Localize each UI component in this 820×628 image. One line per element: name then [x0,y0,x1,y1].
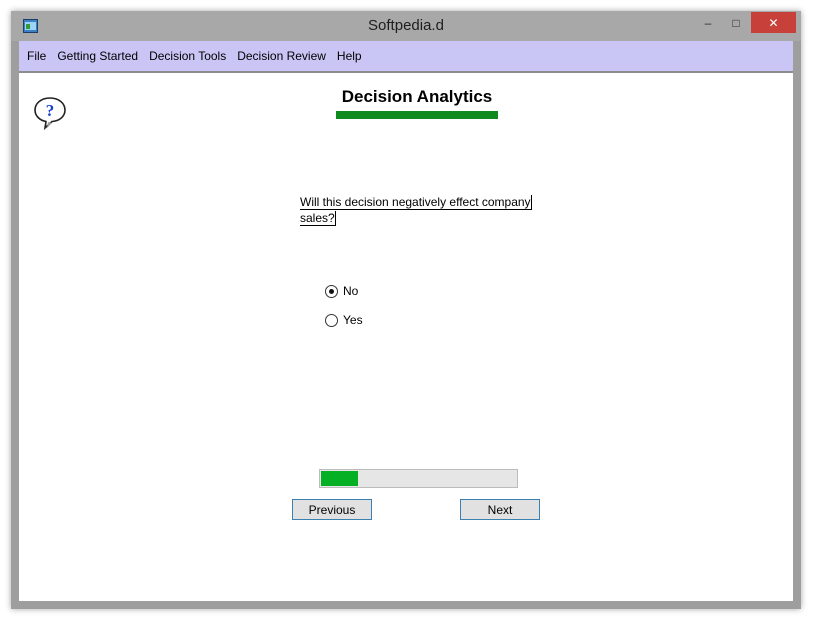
app-window: Softpedia.d – □ ✕ File Getting Started D… [11,11,801,609]
menu-help[interactable]: Help [337,49,362,63]
menu-bar: File Getting Started Decision Tools Deci… [19,41,793,73]
page-title: Decision Analytics [341,87,493,106]
svg-text:?: ? [46,101,55,120]
menu-decision-tools[interactable]: Decision Tools [149,49,226,63]
progress-bar [319,469,518,488]
question-text: Will this decision negatively effect com… [300,194,538,226]
option-no-label: No [343,284,359,298]
title-underline [336,111,498,119]
question-line-1: Will this decision negatively effect com… [300,195,532,210]
maximize-button[interactable]: □ [723,12,749,33]
menu-file[interactable]: File [27,49,46,63]
option-yes-label: Yes [343,313,363,327]
question-line-2: sales? [300,211,336,226]
radio-yes[interactable] [325,313,338,327]
menu-decision-review[interactable]: Decision Review [237,49,326,63]
radio-no[interactable] [325,284,338,298]
progress-fill [321,471,359,486]
window-title: Softpedia.d [368,17,444,34]
close-button[interactable]: ✕ [751,12,796,33]
title-bar[interactable]: Softpedia.d – □ ✕ [11,11,801,41]
next-button[interactable]: Next [460,499,540,520]
option-no[interactable]: No [325,284,358,298]
question-bubble-icon[interactable]: ? [32,95,68,131]
main-panel: ? Decision Analytics Will this decision … [19,73,793,601]
option-yes[interactable]: Yes [325,313,363,327]
menu-getting-started[interactable]: Getting Started [57,49,138,63]
previous-button[interactable]: Previous [292,499,372,520]
minimize-button[interactable]: – [695,12,721,33]
